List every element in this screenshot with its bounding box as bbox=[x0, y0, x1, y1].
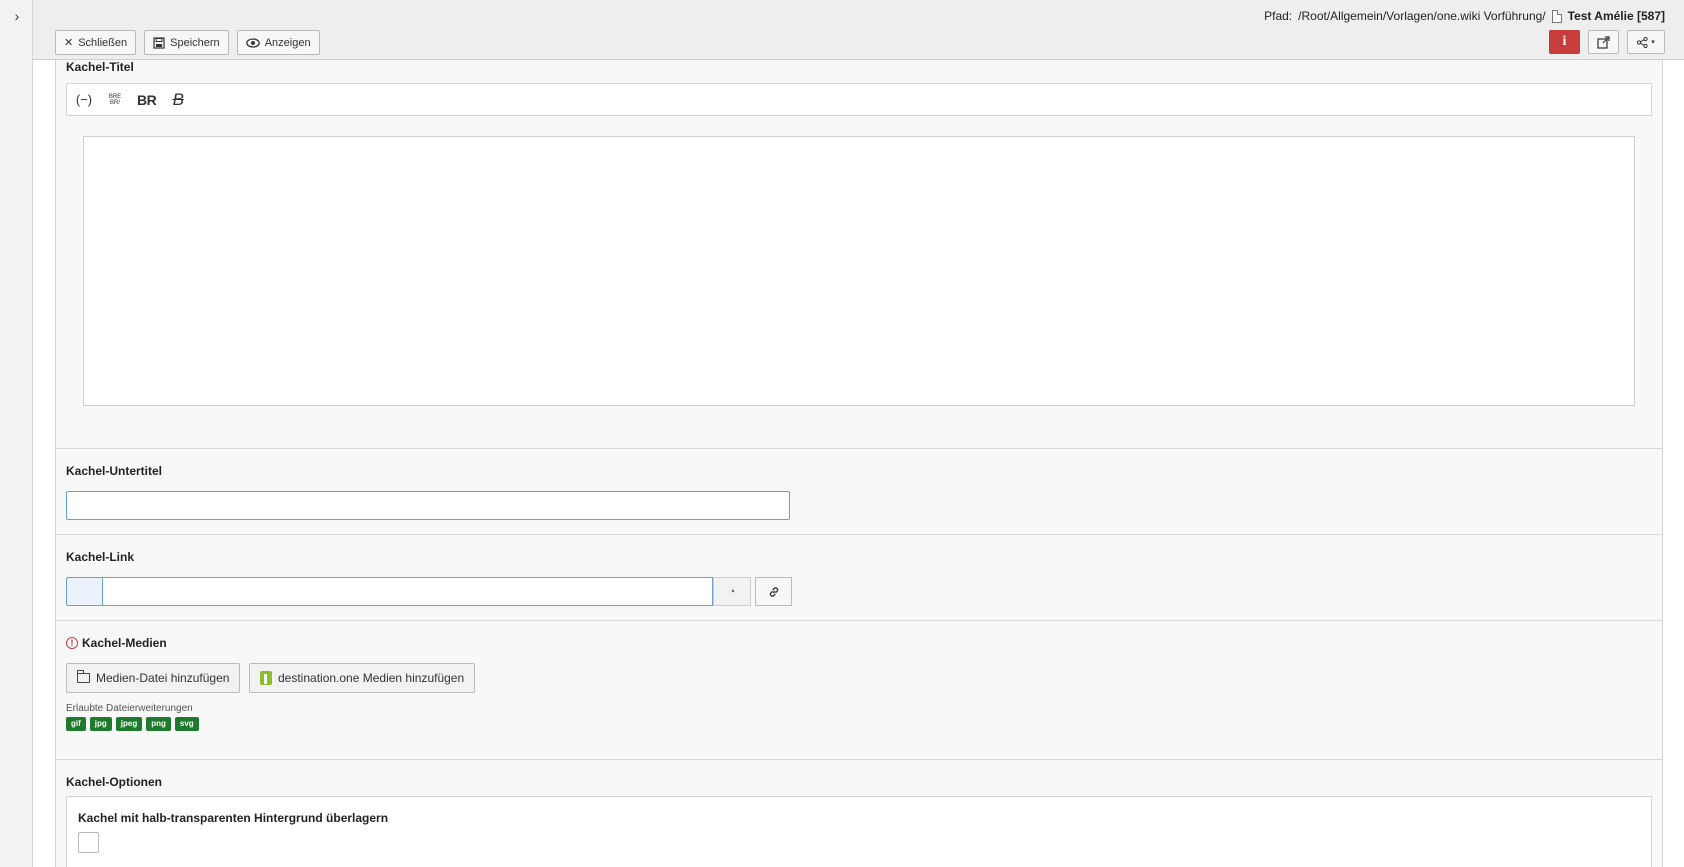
share-dropdown-button[interactable]: ▾ bbox=[1627, 30, 1665, 54]
action-toolbar: ✕ Schließen Speichern Anzeigen bbox=[55, 30, 320, 55]
rte-clear-bold-button[interactable]: B bbox=[169, 90, 187, 110]
view-button-label: Anzeigen bbox=[264, 36, 311, 49]
rte-toolbar: (−) BRE BR/ BR B bbox=[66, 83, 1652, 116]
link-input[interactable] bbox=[102, 577, 713, 606]
info-button[interactable]: i bbox=[1549, 30, 1580, 54]
allowed-extensions-label: Erlaubte Dateierweiterungen bbox=[66, 703, 193, 714]
page-document-icon bbox=[1551, 9, 1562, 23]
close-button[interactable]: ✕ Schließen bbox=[55, 30, 137, 55]
folder-icon bbox=[77, 670, 90, 683]
extension-badge: png bbox=[146, 717, 171, 731]
info-icon: i bbox=[1562, 34, 1567, 49]
media-section: ! Kachel-Medien Medien-Datei hinzufügen … bbox=[55, 620, 1663, 759]
open-external-button[interactable] bbox=[1588, 30, 1619, 54]
extension-badge: svg bbox=[174, 717, 199, 731]
extension-badge: gif bbox=[66, 717, 86, 731]
subtitle-section: Kachel-Untertitel bbox=[55, 448, 1663, 534]
path-label: Pfad: bbox=[1264, 9, 1293, 23]
add-destination-one-media-label: destination.one Medien hinzufügen bbox=[278, 671, 465, 685]
subtitle-input[interactable] bbox=[66, 491, 790, 520]
link-picker-button[interactable] bbox=[755, 577, 792, 606]
destination-one-logo-icon bbox=[260, 671, 272, 685]
add-media-file-label: Medien-Datei hinzufügen bbox=[96, 671, 230, 685]
allowed-extensions-list: gif jpg jpeg png svg bbox=[66, 717, 199, 731]
editor-content: Kachel-Titel (−) BRE BR/ BR B Kachel-Unte… bbox=[33, 60, 1684, 867]
add-destination-one-media-button[interactable]: destination.one Medien hinzufügen bbox=[249, 663, 476, 693]
chain-link-icon bbox=[769, 586, 778, 597]
options-label: Kachel-Optionen bbox=[66, 775, 163, 789]
external-link-icon bbox=[1597, 35, 1610, 49]
options-section: Kachel-Optionen Kachel mit halb-transpar… bbox=[55, 759, 1663, 867]
link-type-selector[interactable] bbox=[66, 577, 102, 606]
link-section: Kachel-Link ◔ bbox=[55, 534, 1663, 620]
link-browse-button[interactable]: ◔ bbox=[713, 577, 751, 606]
rte-special-chars-icon[interactable]: BRE BR/ bbox=[106, 94, 124, 106]
editor-header: Pfad: /Root/Allgemein/Vorlagen/one.wiki … bbox=[33, 0, 1684, 60]
title-section: Kachel-Titel (−) BRE BR/ BR B bbox=[55, 60, 1663, 448]
eye-icon bbox=[245, 37, 260, 48]
save-icon bbox=[153, 36, 165, 49]
overlay-checkbox[interactable] bbox=[78, 832, 99, 853]
page-title: Test Amélie [587] bbox=[1567, 9, 1665, 23]
link-browser-icon: ◔ bbox=[728, 585, 736, 598]
subtitle-label: Kachel-Untertitel bbox=[66, 464, 163, 478]
overlay-option-label: Kachel mit halb-transparenten Hintergrun… bbox=[78, 811, 389, 825]
media-label: Kachel-Medien bbox=[82, 636, 167, 650]
left-sidebar: › bbox=[0, 0, 33, 867]
view-button[interactable]: Anzeigen bbox=[236, 30, 320, 55]
breadcrumb: Pfad: /Root/Allgemein/Vorlagen/one.wiki … bbox=[1264, 9, 1665, 23]
right-tools: i ▾ bbox=[1549, 30, 1665, 54]
link-label: Kachel-Link bbox=[66, 550, 135, 564]
extension-badge: jpeg bbox=[115, 717, 143, 731]
share-icon bbox=[1637, 36, 1648, 48]
rte-remove-format-button[interactable]: (−) bbox=[75, 92, 93, 107]
sidebar-expand-chevron-icon[interactable]: › bbox=[9, 8, 25, 24]
save-button-label: Speichern bbox=[170, 36, 220, 49]
rte-linebreak-button[interactable]: BR bbox=[137, 92, 157, 108]
title-label: Kachel-Titel bbox=[66, 60, 134, 74]
add-media-file-button[interactable]: Medien-Datei hinzufügen bbox=[66, 663, 241, 693]
overlay-option-card: Kachel mit halb-transparenten Hintergrun… bbox=[66, 796, 1652, 867]
caret-down-icon: ▾ bbox=[1651, 39, 1655, 46]
title-editor-area[interactable] bbox=[83, 136, 1635, 406]
path-value: /Root/Allgemein/Vorlagen/one.wiki Vorfüh… bbox=[1298, 9, 1546, 23]
close-icon: ✕ bbox=[64, 37, 74, 49]
save-button[interactable]: Speichern bbox=[144, 30, 229, 55]
extension-badge: jpg bbox=[89, 717, 112, 731]
error-icon: ! bbox=[66, 637, 78, 649]
close-button-label: Schließen bbox=[78, 36, 128, 49]
